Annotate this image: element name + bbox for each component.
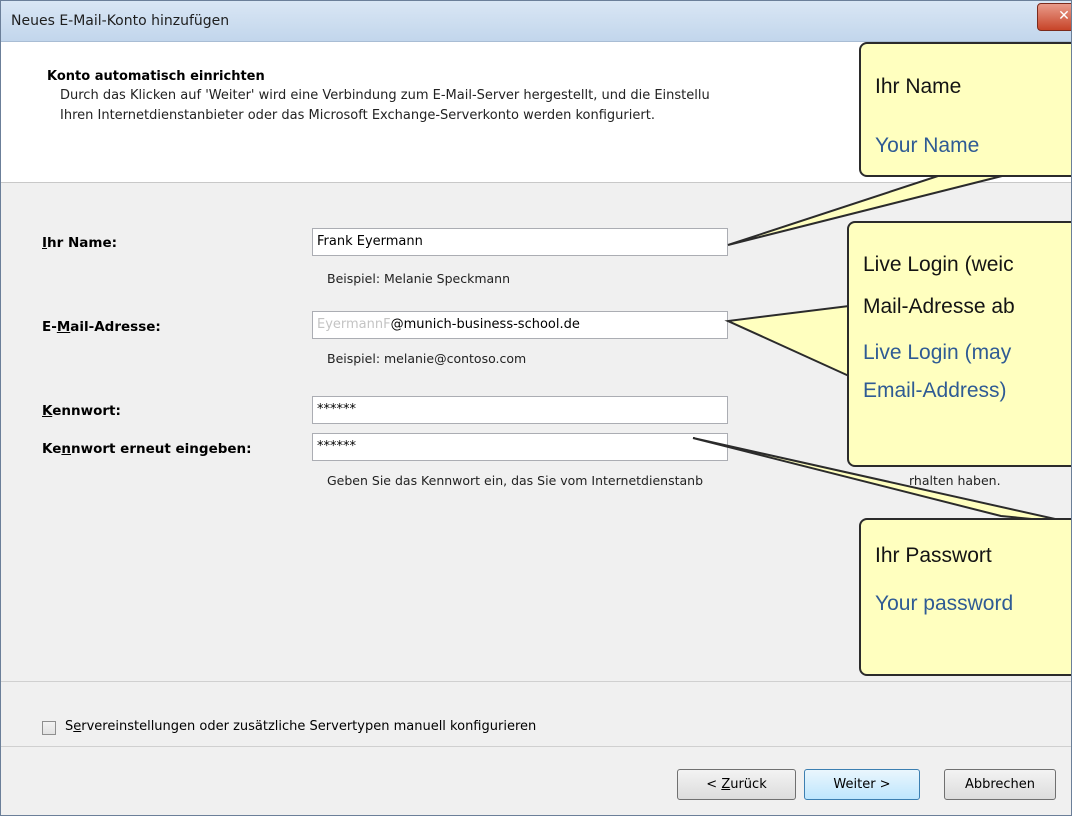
login-callout-de-2: Mail-Adresse ab	[863, 295, 1015, 318]
password-callout-en: Your password	[875, 592, 1014, 615]
add-email-account-dialog: Neues E-Mail-Konto hinzufügen ✕ Konto au…	[0, 0, 1072, 816]
name-callout-de: Ihr Name	[875, 75, 962, 98]
login-callout-pointer	[724, 304, 850, 378]
login-callout: Live Login (weic Mail-Adresse ab Live Lo…	[847, 221, 1071, 467]
password-callout-de: Ihr Passwort	[875, 544, 992, 567]
login-callout-de-1: Live Login (weic	[863, 253, 1014, 276]
name-callout: Ihr Name Your Name	[859, 42, 1071, 177]
login-callout-en-1: Live Login (may	[863, 341, 1012, 364]
password-callout: Ihr Passwort Your password	[859, 518, 1071, 676]
login-callout-en-2: Email-Address)	[863, 379, 1007, 402]
name-callout-en: Your Name	[875, 134, 980, 157]
